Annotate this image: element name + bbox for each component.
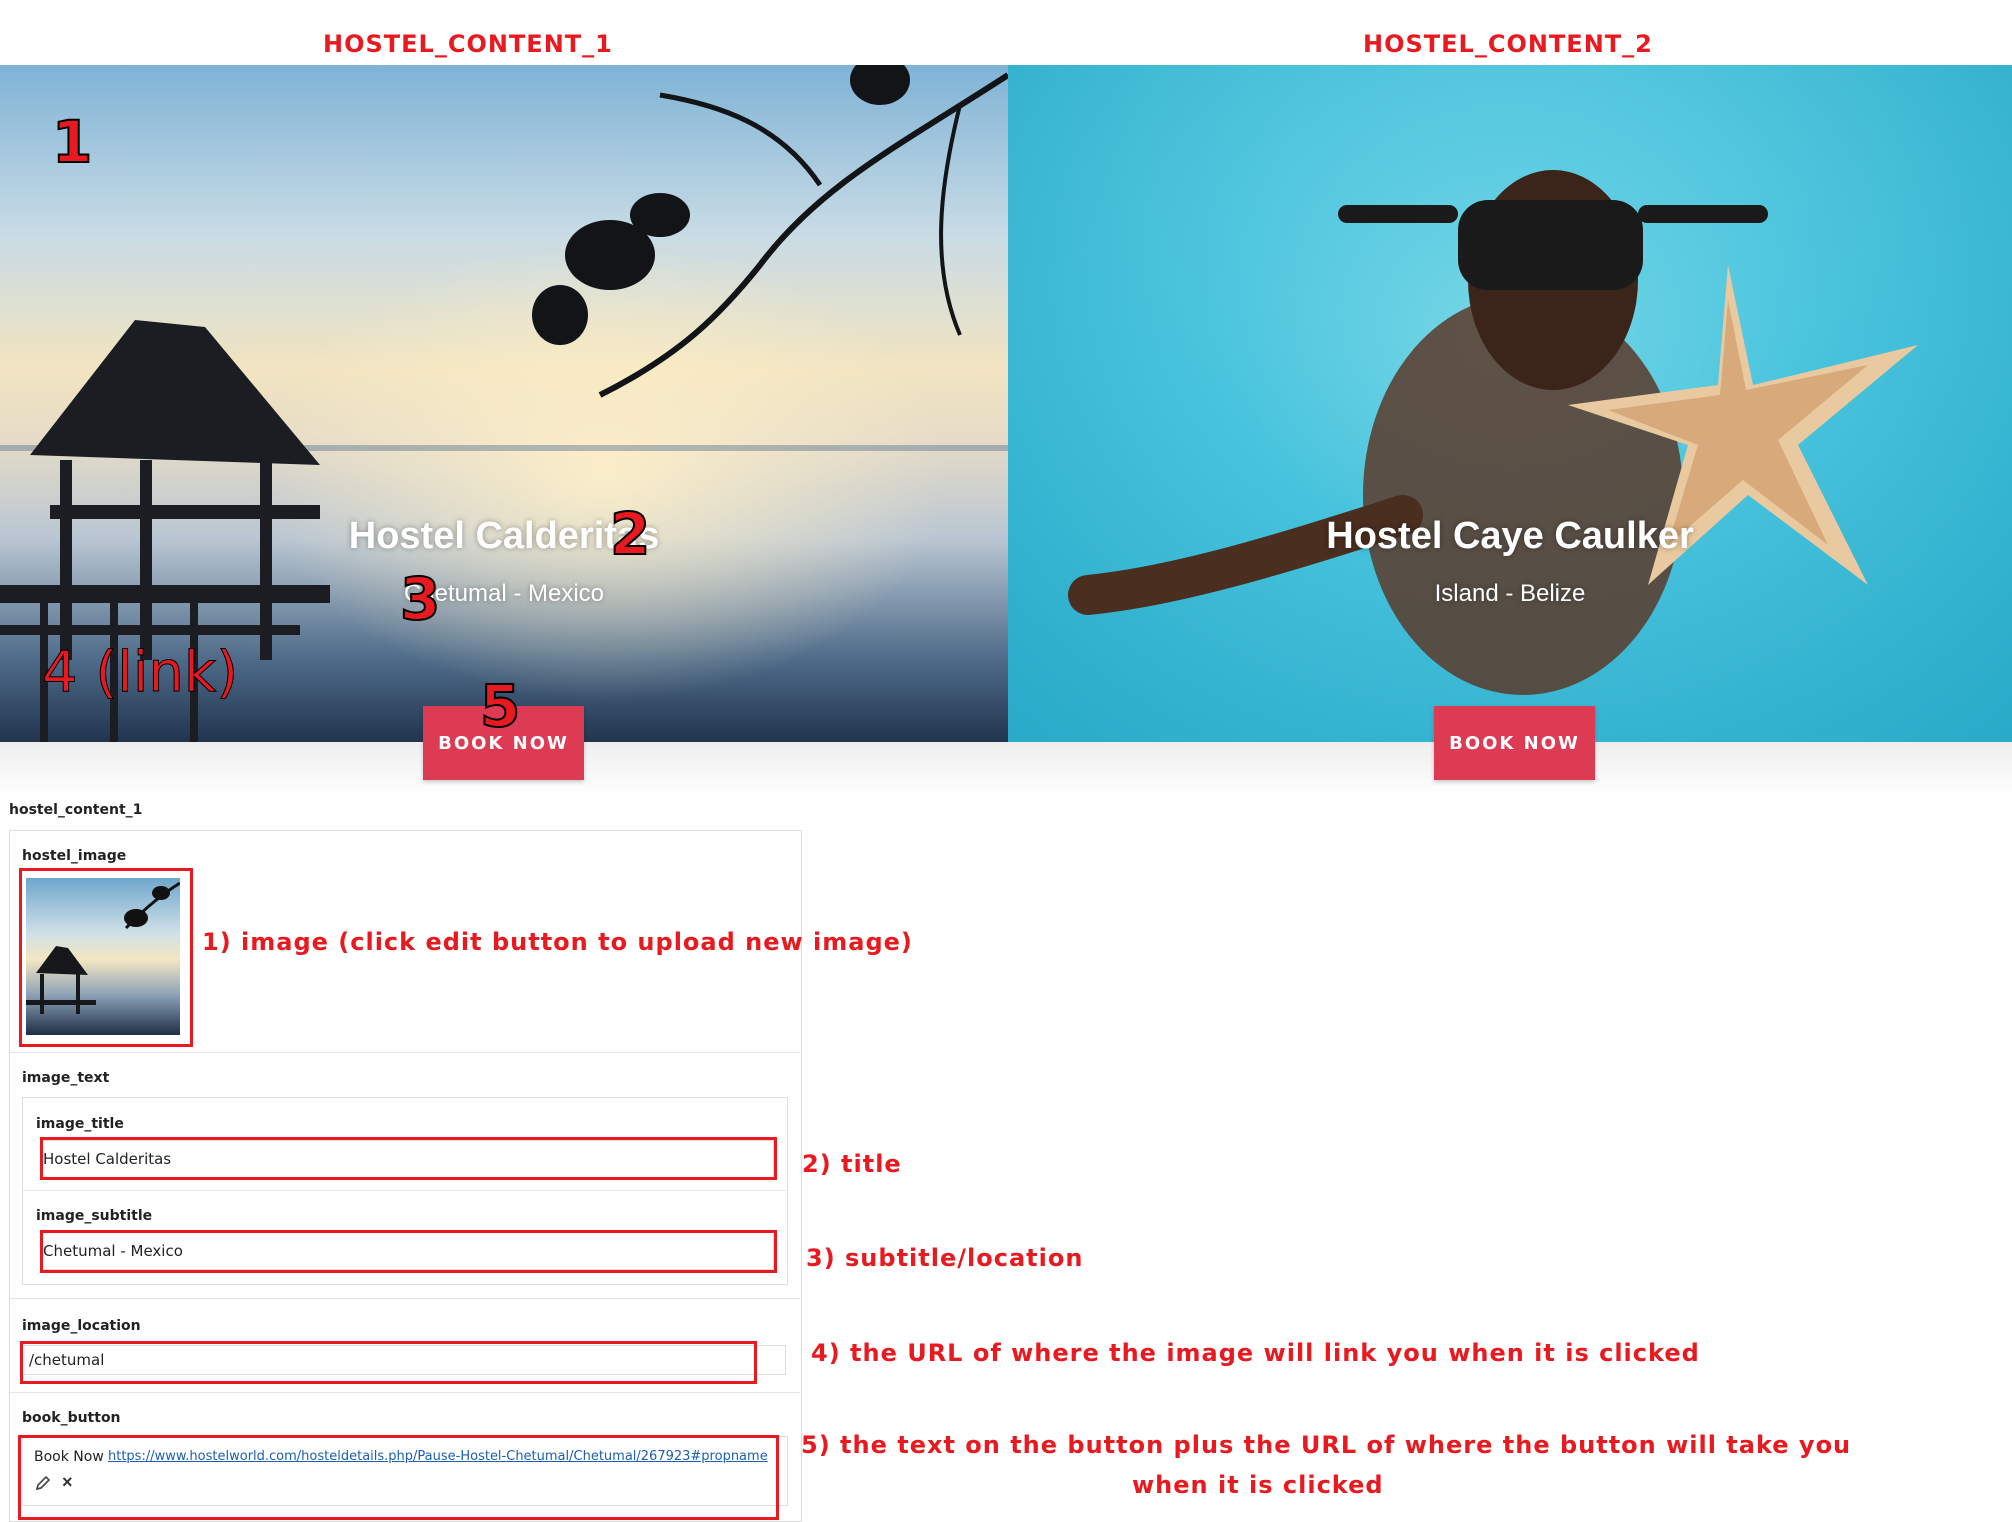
divider bbox=[10, 1392, 800, 1393]
marker-2: 2 bbox=[609, 499, 651, 569]
marker-3: 3 bbox=[399, 564, 441, 634]
group-label: hostel_content_1 bbox=[9, 802, 143, 818]
annotation-1: 1) image (click edit button to upload ne… bbox=[202, 928, 913, 956]
annotation-box-location bbox=[20, 1341, 757, 1384]
hostel-image-label: hostel_image bbox=[22, 848, 127, 864]
divider bbox=[23, 1190, 786, 1191]
hero2-subtitle: Island - Belize bbox=[1434, 580, 1586, 607]
annotation-2: 2) title bbox=[802, 1150, 902, 1178]
annotation-3: 3) subtitle/location bbox=[806, 1244, 1084, 1272]
annotation-box-subtitle bbox=[40, 1230, 777, 1273]
hero-shadow bbox=[0, 742, 2012, 797]
hero2-scenery bbox=[1068, 170, 1918, 695]
annotation-box-image bbox=[19, 868, 193, 1047]
hero1-title: Hostel Calderitas bbox=[348, 515, 660, 557]
annotation-4: 4) the URL of where the image will link … bbox=[811, 1339, 1700, 1367]
image-subtitle-label: image_subtitle bbox=[36, 1208, 153, 1224]
hero2-book-button[interactable]: BOOK NOW bbox=[1434, 706, 1595, 780]
marker-5: 5 bbox=[479, 671, 521, 741]
divider bbox=[10, 1052, 800, 1053]
annotation-5-line2: when it is clicked bbox=[1132, 1471, 1384, 1499]
hero-image-2[interactable]: Hostel Caye Caulker Island - Belize bbox=[1008, 65, 2012, 742]
annotation-box-title bbox=[40, 1137, 777, 1180]
annotation-5-line1: 5) the text on the button plus the URL o… bbox=[801, 1431, 1852, 1459]
marker-1: 1 bbox=[51, 107, 93, 177]
divider bbox=[10, 1298, 800, 1299]
hero2-title: Hostel Caye Caulker bbox=[1326, 515, 1694, 557]
image-location-label: image_location bbox=[22, 1318, 141, 1334]
hero1-subtitle: Chetumal - Mexico bbox=[403, 580, 605, 607]
image-text-label: image_text bbox=[22, 1070, 110, 1086]
heading-hostel-content-1: HOSTEL_CONTENT_1 bbox=[323, 30, 613, 58]
annotation-box-book-button bbox=[18, 1435, 779, 1520]
heading-hostel-content-2: HOSTEL_CONTENT_2 bbox=[1363, 30, 1653, 58]
image-title-label: image_title bbox=[36, 1116, 124, 1132]
marker-4-link: 4 (link) bbox=[41, 640, 239, 706]
book-button-label: book_button bbox=[22, 1410, 121, 1426]
